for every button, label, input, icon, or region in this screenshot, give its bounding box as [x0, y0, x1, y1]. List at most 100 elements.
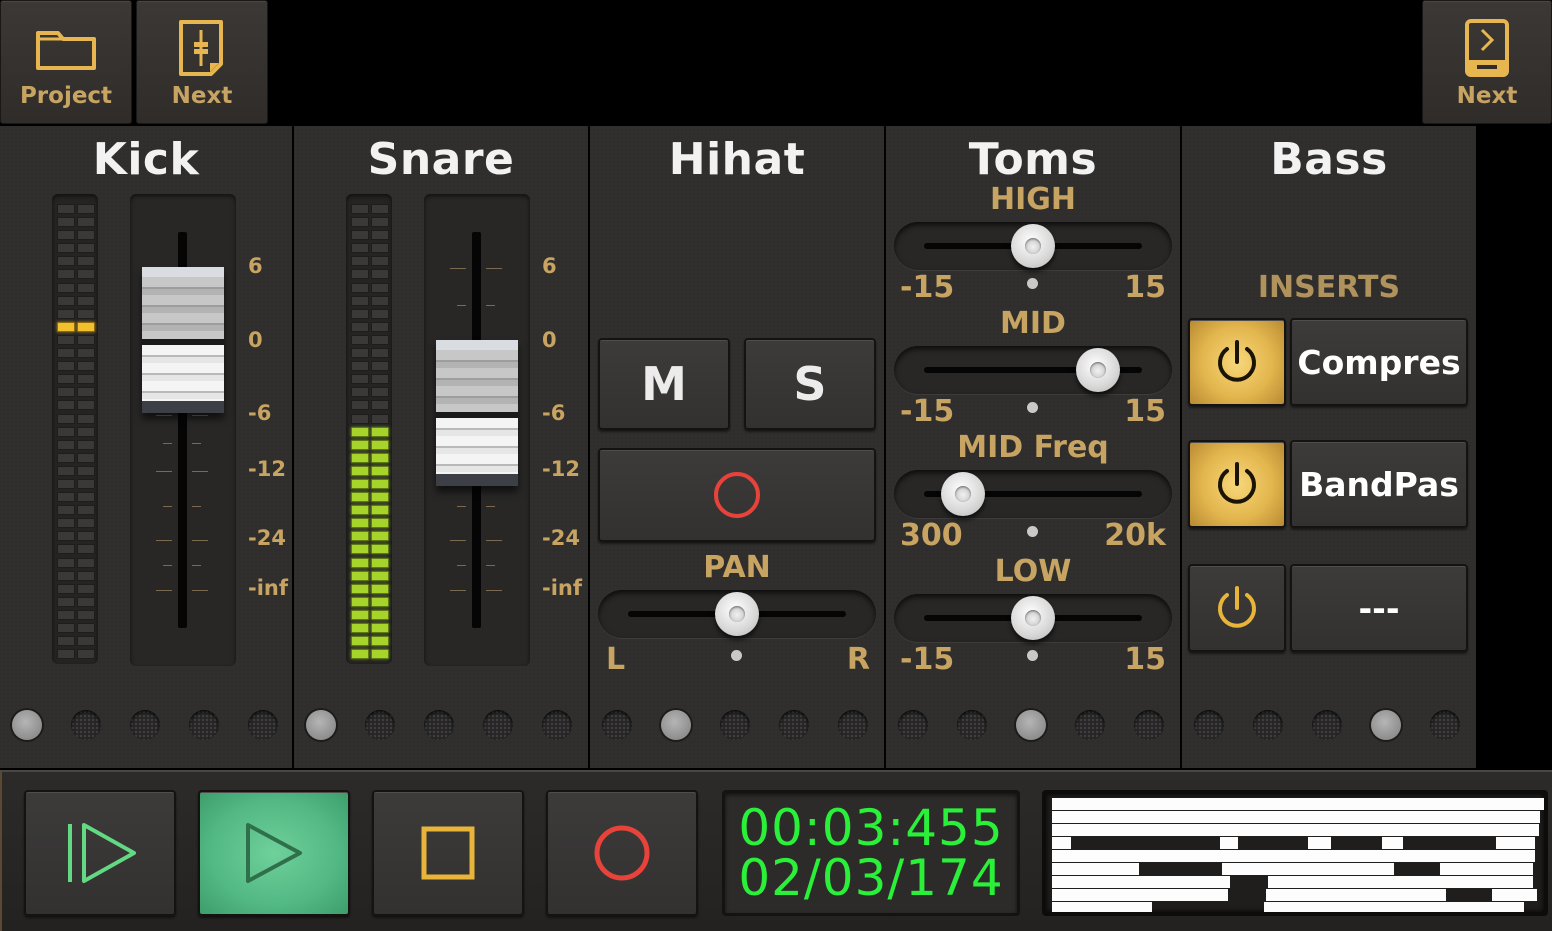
- fader-tick: [192, 471, 208, 472]
- meter-segment: [77, 374, 95, 385]
- pan-right-label: R: [846, 642, 870, 677]
- fader-handle[interactable]: [142, 267, 224, 413]
- meter-segment: [57, 636, 75, 647]
- eq-low-slider[interactable]: [894, 594, 1172, 642]
- overview-clip: [1052, 889, 1228, 901]
- pan-slider[interactable]: [598, 590, 876, 638]
- record-button[interactable]: [546, 790, 698, 916]
- page-dot-5[interactable]: [248, 710, 278, 740]
- insert-slot-button[interactable]: Compres: [1290, 318, 1468, 406]
- insert-power-button[interactable]: [1188, 440, 1286, 528]
- eq-band-label: MID: [1000, 306, 1066, 341]
- meter-segment: [371, 243, 389, 254]
- meter-segment: [351, 478, 369, 489]
- meter-segment: [371, 570, 389, 581]
- record-arm-button[interactable]: [598, 448, 876, 542]
- fader-tick: [192, 590, 208, 591]
- page-indicator: [294, 710, 588, 740]
- next-right-button[interactable]: Next: [1422, 0, 1552, 124]
- page-dot-4[interactable]: [189, 710, 219, 740]
- insert-power-button[interactable]: [1188, 318, 1286, 406]
- fader-tick: [163, 565, 172, 566]
- page-dot-1[interactable]: [306, 710, 336, 740]
- slider-knob[interactable]: [1076, 348, 1121, 392]
- insert-power-button[interactable]: [1188, 564, 1286, 652]
- solo-button[interactable]: S: [744, 338, 876, 430]
- volume-fader[interactable]: [424, 194, 530, 666]
- page-dot-4[interactable]: [483, 710, 513, 740]
- project-button[interactable]: Project: [0, 0, 132, 124]
- fader-tick: [156, 590, 172, 591]
- play-button[interactable]: [198, 790, 350, 916]
- insert-slot-button[interactable]: BandPas: [1290, 440, 1468, 528]
- slider-knob[interactable]: [1011, 596, 1055, 640]
- page-dot-5[interactable]: [838, 710, 868, 740]
- meter-segment: [77, 492, 95, 503]
- eq-max-label: 15: [1124, 394, 1166, 429]
- project-label: Project: [19, 83, 113, 109]
- meter-segment: [57, 204, 75, 214]
- page-dot-1[interactable]: [602, 710, 632, 740]
- page-dot-4[interactable]: [1075, 710, 1105, 740]
- eq-mid-slider[interactable]: [894, 346, 1172, 394]
- meter-segment: [77, 334, 95, 345]
- eq-high-slider[interactable]: [894, 222, 1172, 270]
- fader-handle[interactable]: [436, 340, 518, 486]
- page-dot-3[interactable]: [424, 710, 454, 740]
- page-dot-3[interactable]: [720, 710, 750, 740]
- slider-knob[interactable]: [941, 472, 986, 516]
- overview-clip: [1491, 889, 1537, 901]
- meter-segment: [351, 308, 369, 319]
- meter-segment: [371, 583, 389, 594]
- meter-segment: [351, 413, 369, 424]
- page-dot-3[interactable]: [130, 710, 160, 740]
- next-mixer-button[interactable]: Next: [136, 0, 268, 124]
- overview-clip: [1052, 811, 1541, 823]
- eq-max-label: 15: [1124, 270, 1166, 305]
- page-dot-4[interactable]: [779, 710, 809, 740]
- fader-tick: [486, 268, 502, 269]
- meter-segment: [371, 439, 389, 450]
- meter-segment: [351, 426, 369, 437]
- meter-segment: [371, 374, 389, 385]
- song-overview[interactable]: [1042, 790, 1548, 916]
- slider-knob[interactable]: [1011, 224, 1055, 268]
- volume-fader[interactable]: [130, 194, 236, 666]
- next-label: Next: [171, 83, 233, 109]
- page-dot-4[interactable]: [1371, 710, 1401, 740]
- pan-label: PAN: [703, 550, 771, 585]
- eq-mid-freq-slider[interactable]: [894, 470, 1172, 518]
- fader-tick: [192, 443, 201, 444]
- fader-tick: [457, 305, 466, 306]
- meter-segment: [57, 649, 75, 660]
- page-dot-2[interactable]: [1253, 710, 1283, 740]
- meter-segment: [57, 400, 75, 411]
- page-dot-5[interactable]: [1430, 710, 1460, 740]
- insert-slot-button[interactable]: ---: [1290, 564, 1468, 652]
- page-dot-1[interactable]: [1194, 710, 1224, 740]
- page-dot-5[interactable]: [1134, 710, 1164, 740]
- stop-button[interactable]: [372, 790, 524, 916]
- page-dot-2[interactable]: [365, 710, 395, 740]
- eq-center-dot: [1027, 402, 1038, 413]
- page-dot-2[interactable]: [71, 710, 101, 740]
- page-dot-2[interactable]: [957, 710, 987, 740]
- meter-segment: [371, 400, 389, 411]
- mute-button[interactable]: M: [598, 338, 730, 430]
- overview-clip: [1381, 837, 1404, 849]
- page-dot-3[interactable]: [1312, 710, 1342, 740]
- pan-knob[interactable]: [715, 592, 759, 636]
- fader-tick: [163, 506, 172, 507]
- page-dot-5[interactable]: [542, 710, 572, 740]
- fader-tick: [192, 565, 201, 566]
- page-dot-3[interactable]: [1016, 710, 1046, 740]
- fader-handle-top: [436, 340, 518, 412]
- meter-segment: [77, 295, 95, 306]
- page-dot-2[interactable]: [661, 710, 691, 740]
- page-dot-1[interactable]: [12, 710, 42, 740]
- play-from-start-button[interactable]: [24, 790, 176, 916]
- meter-segment: [371, 295, 389, 306]
- fader-scale-label: 6: [248, 254, 263, 278]
- meter-segment: [57, 505, 75, 516]
- page-dot-1[interactable]: [898, 710, 928, 740]
